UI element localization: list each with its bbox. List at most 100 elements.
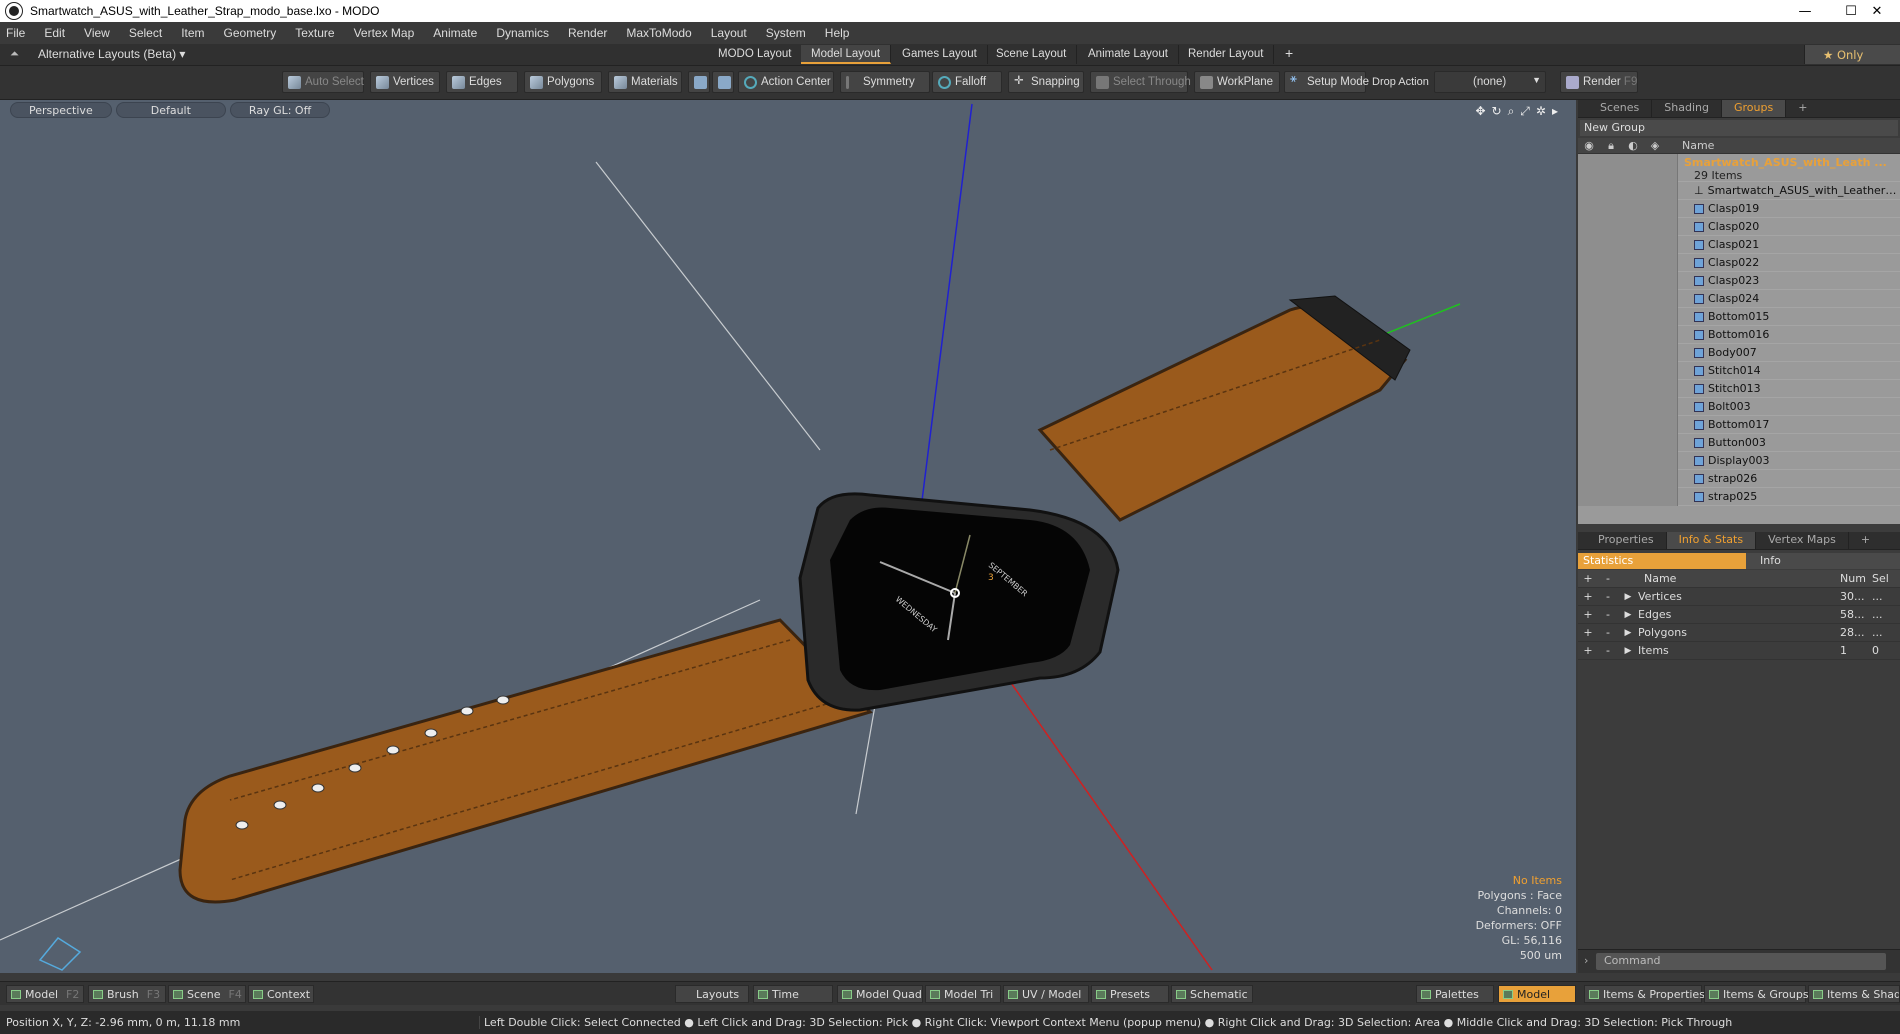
command-input[interactable]: Command <box>1596 953 1886 970</box>
menu-item[interactable]: Item <box>181 26 204 40</box>
tree-item[interactable]: Bottom015 <box>1578 307 1900 326</box>
close-button[interactable]: ✕ <box>1854 0 1900 22</box>
time-button[interactable]: Time <box>753 985 833 1003</box>
tab-info-stats[interactable]: Info & Stats <box>1666 532 1757 549</box>
lock-icon[interactable]: 🔒︎ <box>1600 139 1622 153</box>
tab-animate-layout[interactable]: Animate Layout <box>1078 45 1179 64</box>
expand-triangle-icon[interactable]: ▶ <box>1618 610 1638 620</box>
expand-all-icon[interactable]: + <box>1578 572 1598 585</box>
add-icon[interactable]: + <box>1578 608 1598 621</box>
statistics-tab[interactable]: Statistics <box>1578 553 1746 569</box>
menu-animate[interactable]: Animate <box>433 26 477 40</box>
tab-model-layout[interactable]: Model Layout <box>801 45 892 64</box>
rotate-view-icon[interactable]: ↻ <box>1492 104 1502 119</box>
tree-item[interactable]: ⊥ Smartwatch_ASUS_with_Leather_S... <box>1578 181 1900 200</box>
scene-mode-button[interactable]: Scene F4 <box>168 985 246 1003</box>
orientation-gizmo[interactable] <box>38 937 82 971</box>
minimize-button[interactable]: — <box>1782 0 1828 22</box>
tree-item[interactable]: Clasp020 <box>1578 217 1900 236</box>
context-button[interactable]: Context <box>248 985 314 1003</box>
zoom-view-icon[interactable]: ⌕ <box>1508 104 1515 119</box>
items-shading-button[interactable]: Items & Shadin <box>1808 985 1900 1003</box>
expand-triangle-icon[interactable]: ▶ <box>1618 592 1638 602</box>
falloff-button[interactable]: Falloff <box>932 71 1002 93</box>
alternative-layouts-dropdown[interactable]: Alternative Layouts (Beta) ▾ <box>38 47 185 61</box>
tree-item[interactable]: Clasp023 <box>1578 271 1900 290</box>
add-layout-button[interactable]: + <box>1275 45 1303 64</box>
snapping-button[interactable]: ✛ Snapping <box>1008 71 1084 93</box>
remove-icon[interactable]: - <box>1598 608 1618 621</box>
items-properties-button[interactable]: Items & Properties <box>1584 985 1705 1003</box>
tab-vertex-maps[interactable]: Vertex Maps <box>1756 532 1849 549</box>
tree-item[interactable]: Body007 <box>1578 343 1900 362</box>
tree-item[interactable]: strap025 <box>1578 487 1900 506</box>
shading-mode-button[interactable]: Default <box>115 102 226 118</box>
tree-item[interactable]: Clasp022 <box>1578 253 1900 272</box>
raygl-button[interactable]: Ray GL: Off <box>229 102 331 118</box>
collapse-icon[interactable]: ⏶ <box>10 47 19 61</box>
layouts-button[interactable]: Layouts <box>675 985 749 1003</box>
tree-item[interactable]: Stitch014 <box>1578 361 1900 380</box>
add-icon[interactable]: + <box>1578 626 1598 639</box>
model-layout-toggle[interactable]: Model <box>1498 985 1576 1003</box>
uv-model-button[interactable]: UV / Model <box>1003 985 1089 1003</box>
expand-arrow-icon[interactable]: ▸ <box>1552 104 1558 119</box>
polygons-button[interactable]: Polygons <box>524 71 602 93</box>
palettes-button[interactable]: Palettes <box>1416 985 1494 1003</box>
tree-item[interactable]: Bolt003 <box>1578 397 1900 416</box>
tree-item[interactable]: Stitch013 <box>1578 379 1900 398</box>
tree-root-group[interactable]: Smartwatch_ASUS_with_Leath ... 29 Items <box>1578 154 1900 182</box>
items-groups-button[interactable]: Items & Groups <box>1704 985 1809 1003</box>
collapse-all-icon[interactable]: - <box>1598 572 1618 585</box>
menu-help[interactable]: Help <box>825 26 850 40</box>
edges-button[interactable]: Edges <box>446 71 518 93</box>
add-tab-icon[interactable]: + <box>1786 100 1819 117</box>
tree-item[interactable]: Clasp019 <box>1578 199 1900 218</box>
model-mode-button[interactable]: Model F2 <box>6 985 84 1003</box>
menu-system[interactable]: System <box>766 26 806 40</box>
workplane-button[interactable]: WorkPlane <box>1194 71 1280 93</box>
menu-geometry[interactable]: Geometry <box>224 26 277 40</box>
menu-view[interactable]: View <box>84 26 110 40</box>
fit-view-icon[interactable]: ⤢ <box>1520 104 1530 119</box>
tree-item[interactable]: Clasp024 <box>1578 289 1900 308</box>
menu-edit[interactable]: Edit <box>44 26 65 40</box>
expand-triangle-icon[interactable]: ▶ <box>1618 646 1638 656</box>
tree-item[interactable]: Button003 <box>1578 433 1900 452</box>
stats-row-vertices[interactable]: + - ▶ Vertices 30...... <box>1578 588 1900 606</box>
new-group-button[interactable]: New Group <box>1580 120 1898 136</box>
only-toggle[interactable]: ★ Only <box>1804 45 1900 64</box>
element-mode-2-button[interactable] <box>712 71 734 93</box>
render-toggle-icon[interactable]: ◐ <box>1622 139 1644 152</box>
tree-item[interactable]: Display003 <box>1578 451 1900 470</box>
menu-texture[interactable]: Texture <box>295 26 334 40</box>
tab-groups[interactable]: Groups <box>1721 100 1787 117</box>
tab-shading[interactable]: Shading <box>1652 100 1722 117</box>
tab-games-layout[interactable]: Games Layout <box>892 45 988 64</box>
menu-render[interactable]: Render <box>568 26 607 40</box>
menu-select[interactable]: Select <box>129 26 162 40</box>
add-tab-icon[interactable]: + <box>1849 532 1882 549</box>
tab-scene-layout[interactable]: Scene Layout <box>986 45 1078 64</box>
add-icon[interactable]: + <box>1578 590 1598 603</box>
add-icon[interactable]: + <box>1578 644 1598 657</box>
tree-item[interactable]: Clasp021 <box>1578 235 1900 254</box>
visibility-eye-icon[interactable]: ◉ <box>1578 139 1600 152</box>
drop-action-select[interactable]: (none) ▼ <box>1434 71 1546 93</box>
symmetry-button[interactable]: Symmetry <box>840 71 930 93</box>
select-toggle-icon[interactable]: ◈ <box>1644 139 1666 152</box>
presets-button[interactable]: Presets <box>1091 985 1169 1003</box>
tree-item[interactable]: Bottom017 <box>1578 415 1900 434</box>
tab-scenes[interactable]: Scenes <box>1578 100 1653 117</box>
tab-render-layout[interactable]: Render Layout <box>1178 45 1275 64</box>
menu-maxtomodo[interactable]: MaxToModo <box>626 26 691 40</box>
info-tab[interactable]: Info <box>1746 553 1900 569</box>
brush-mode-button[interactable]: Brush F3 <box>88 985 166 1003</box>
menu-layout[interactable]: Layout <box>711 26 747 40</box>
stats-row-items[interactable]: + - ▶ Items 1 0 <box>1578 642 1900 660</box>
command-expand-icon[interactable]: › <box>1584 954 1588 967</box>
menu-file[interactable]: File <box>6 26 25 40</box>
view-type-button[interactable]: Perspective <box>10 102 112 118</box>
stats-row-polygons[interactable]: + - ▶ Polygons 28...... <box>1578 624 1900 642</box>
expand-triangle-icon[interactable]: ▶ <box>1618 628 1638 638</box>
